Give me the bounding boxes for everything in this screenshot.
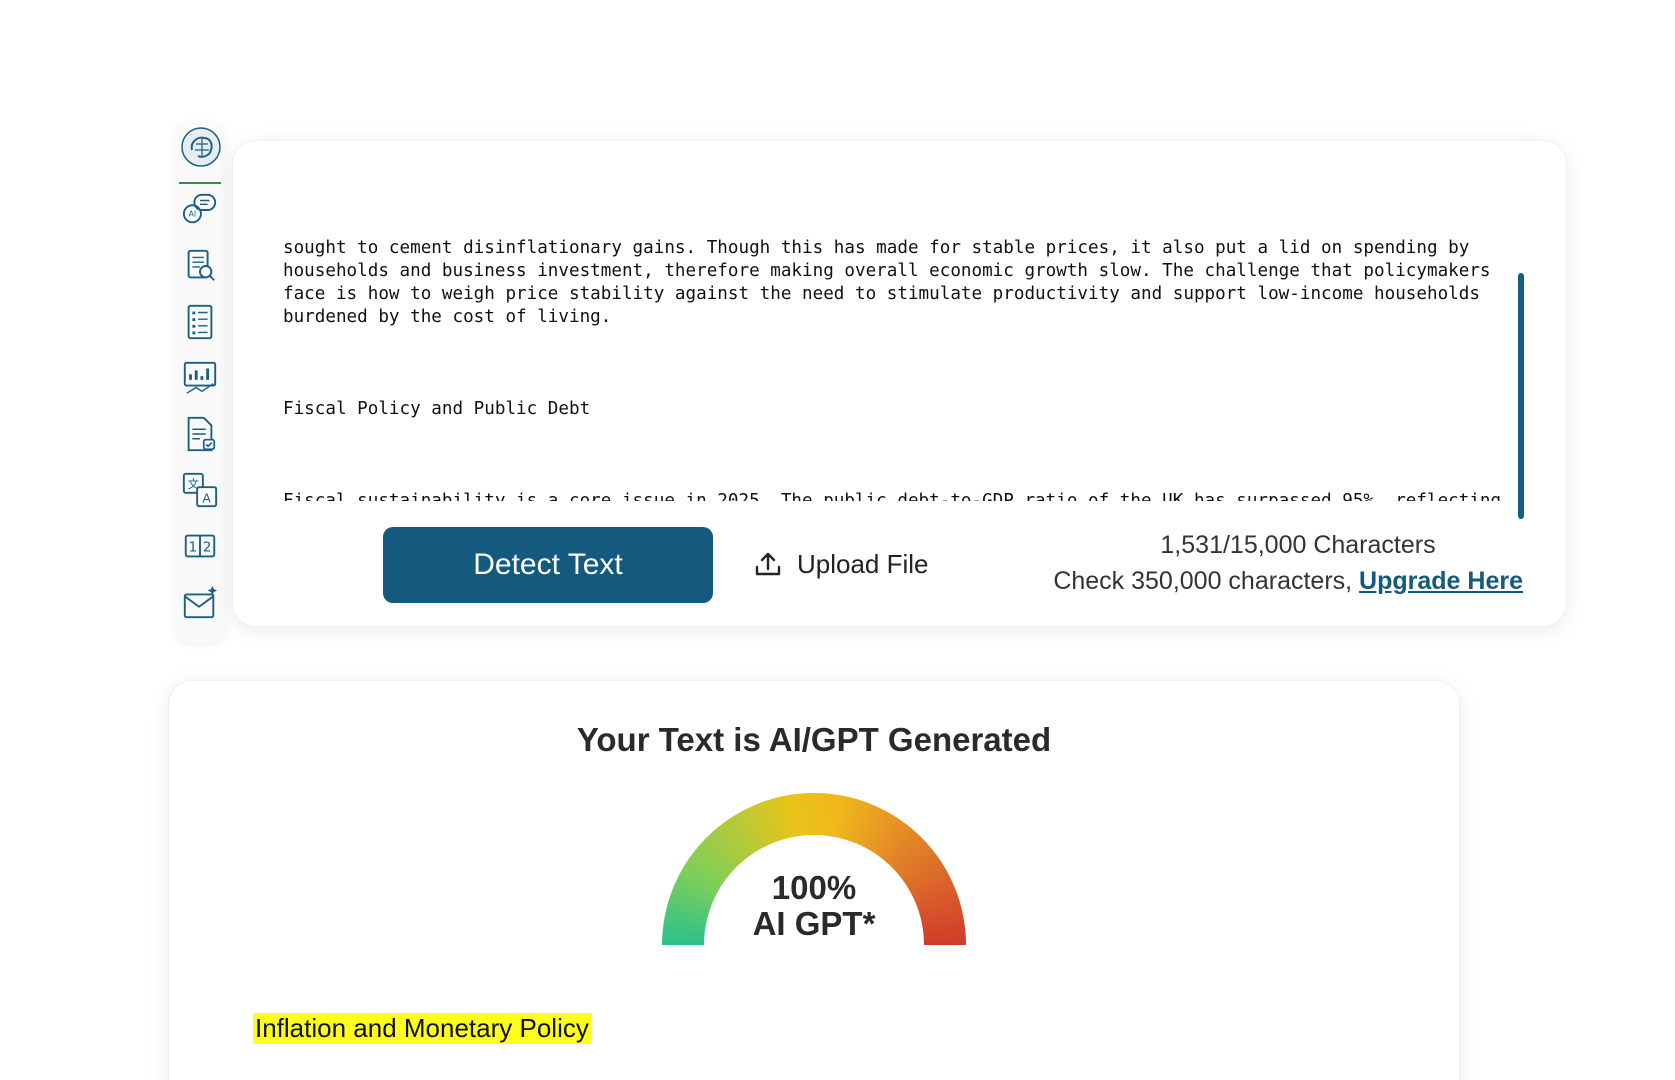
- editor-paragraph: Fiscal Policy and Public Debt: [283, 399, 591, 419]
- svg-text:A: A: [202, 491, 211, 505]
- highlighted-heading: Inflation and Monetary Policy: [253, 1013, 591, 1044]
- upgrade-note: Check 350,000 characters, Upgrade Here: [1013, 567, 1523, 596]
- ai-chat-icon[interactable]: AI: [180, 190, 220, 230]
- upgrade-prefix: Check 350,000 characters,: [1053, 567, 1360, 595]
- mail-sparkle-icon[interactable]: [180, 582, 220, 622]
- data-analysis-icon[interactable]: [180, 358, 220, 398]
- upload-file-button[interactable]: Upload File: [753, 541, 929, 587]
- upload-icon: [755, 552, 781, 576]
- document-search-icon[interactable]: [180, 246, 220, 286]
- input-card: sought to cement disinflationary gains. …: [232, 140, 1567, 627]
- result-card: Your Text is AI/GPT Generated 100% AI GP…: [168, 680, 1460, 1080]
- upgrade-link[interactable]: Upgrade Here: [1359, 567, 1523, 595]
- character-count: 1,531/15,000 Characters: [1160, 531, 1436, 559]
- document-list-icon[interactable]: [180, 302, 220, 342]
- text-scrollbar[interactable]: [1518, 273, 1524, 519]
- result-title: Your Text is AI/GPT Generated: [576, 721, 1052, 758]
- svg-text:AI: AI: [189, 210, 196, 219]
- translate-icon[interactable]: 文A: [180, 470, 220, 510]
- svg-text:文: 文: [188, 477, 200, 491]
- number-grid-icon[interactable]: 12: [180, 526, 220, 566]
- document-check-icon[interactable]: [180, 414, 220, 454]
- gauge-label: AI GPT*: [752, 905, 876, 942]
- svg-text:2: 2: [203, 541, 211, 556]
- upload-file-label: Upload File: [797, 548, 929, 579]
- brain-logo-icon[interactable]: [180, 126, 222, 168]
- svg-text:1: 1: [189, 541, 197, 556]
- editor-paragraph: Fiscal sustainability is a core issue in…: [283, 491, 1502, 501]
- gauge-percent: 100%: [771, 869, 857, 906]
- detect-text-button[interactable]: Detect Text: [383, 527, 713, 603]
- editor-paragraph: sought to cement disinflationary gains. …: [283, 238, 1502, 327]
- page: AI 文A 12 sought to cement disinflationar…: [0, 0, 1675, 1080]
- text-input-area[interactable]: sought to cement disinflationary gains. …: [283, 191, 1523, 501]
- sidebar: AI 文A 12: [175, 122, 225, 642]
- sidebar-divider: [179, 182, 221, 184]
- ai-score-gauge: 100% AI GPT*: [662, 793, 966, 945]
